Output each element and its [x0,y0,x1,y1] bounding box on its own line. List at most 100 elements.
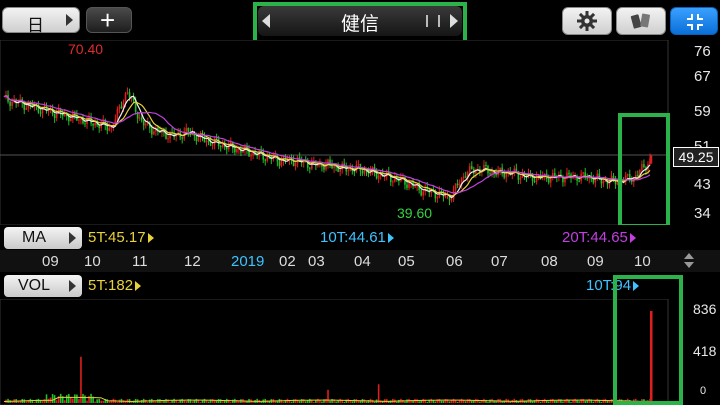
volume-bar [65,395,68,403]
ma-legend-bar: MA 5T:45.17 10T:44.61 20T:44.65 [0,225,720,251]
volume-bar [448,401,451,403]
volume-bar [549,399,552,403]
scroll-updown-icon[interactable] [684,253,694,269]
volume-bar [191,401,194,403]
fullscreen-button[interactable] [670,7,718,35]
volume-bar [300,399,303,403]
candle-body [406,184,408,188]
volume-bar [422,398,424,403]
volume-bar [177,401,179,403]
candle-body [138,117,141,119]
candle-body [219,145,222,147]
candle-body [339,169,341,172]
add-button[interactable]: + [86,5,132,35]
volume-bar [377,384,380,403]
flag-icon [629,233,636,244]
chevron-right-icon [66,14,73,26]
volume-bar [412,400,414,403]
candle-body [616,183,619,185]
volume-bar [260,401,262,403]
rotate-button[interactable] [616,7,666,35]
vol-selector-button[interactable]: VOL [4,275,82,297]
volume-bar [578,401,580,403]
volume-bar [59,393,62,403]
volume-bar [460,398,463,403]
volume-bar [199,401,202,403]
candle-body [454,183,457,190]
candle-body [78,119,80,121]
volume-bar [317,398,319,403]
ma10-value: 10T:44.61 [320,229,386,246]
vol-label: VOL [18,277,51,294]
candle-body [221,144,224,147]
next-stock-icon[interactable] [450,14,458,28]
volume-bar [33,401,36,403]
candle-body [106,125,109,131]
volume-bar [232,399,234,403]
volume-bar [470,400,473,403]
volume-bar [466,399,469,403]
candle-body [195,136,198,142]
volume-bar [308,398,311,403]
ma-selector-button[interactable]: MA [4,227,82,249]
candle-body [92,123,94,126]
stock-selector[interactable]: 健信 [258,6,462,36]
time-tick: 08 [541,253,558,270]
volume-bar [313,401,315,403]
stock-list-icon[interactable] [426,15,440,27]
time-tick: 2019 [231,253,265,270]
volume-bar [78,399,80,403]
volume-bar [438,398,441,403]
candle-body [120,106,123,109]
candle-body [377,175,380,179]
volume-bar [43,399,46,403]
period-button[interactable]: 日 [2,7,80,35]
volume-bar [94,401,96,403]
time-tick: 03 [308,253,325,270]
candle-body [118,106,121,109]
volume-bar [630,401,633,403]
volume-bar [90,393,92,403]
volume-bar [193,400,196,403]
candle-body [280,160,283,166]
volume-bar [487,401,489,403]
candle-body [470,166,473,170]
volume-bar [357,400,360,403]
chevron-right-icon [69,280,76,292]
candle-body [185,127,188,132]
time-tick: 10 [84,253,101,270]
ma-label: MA [22,229,46,246]
time-tick: 11 [132,253,148,270]
volume-bar [452,398,455,403]
candle-body [464,176,467,178]
candle-body [211,144,214,146]
candle-body [25,107,28,110]
candle-body [458,184,461,186]
settings-button[interactable] [562,7,612,35]
candle-body [39,112,42,114]
volume-bar [51,393,54,403]
volume-bar [562,401,564,403]
high-price-label: 70.40 [68,41,104,57]
volume-bar [456,402,459,403]
volume-bar [614,401,617,403]
time-tick: 12 [184,253,201,270]
volume-bar [351,401,354,403]
volume-bar [213,400,216,403]
candle-body [444,196,447,198]
volume-bar [509,401,512,403]
volume-bar [221,401,224,403]
vol5-legend: 5T:182 [88,277,142,294]
volume-bar [547,401,550,403]
volume-bar [586,400,589,403]
candle-body [392,181,394,183]
candle-body [566,172,568,180]
volume-bar [55,400,58,403]
volume-bar [173,398,175,403]
volume-bar [373,401,376,403]
candle-body [63,113,66,117]
volume-bar [539,402,542,403]
candle-body [11,101,13,107]
volume-bar [84,395,86,403]
volume-bar [146,401,149,403]
